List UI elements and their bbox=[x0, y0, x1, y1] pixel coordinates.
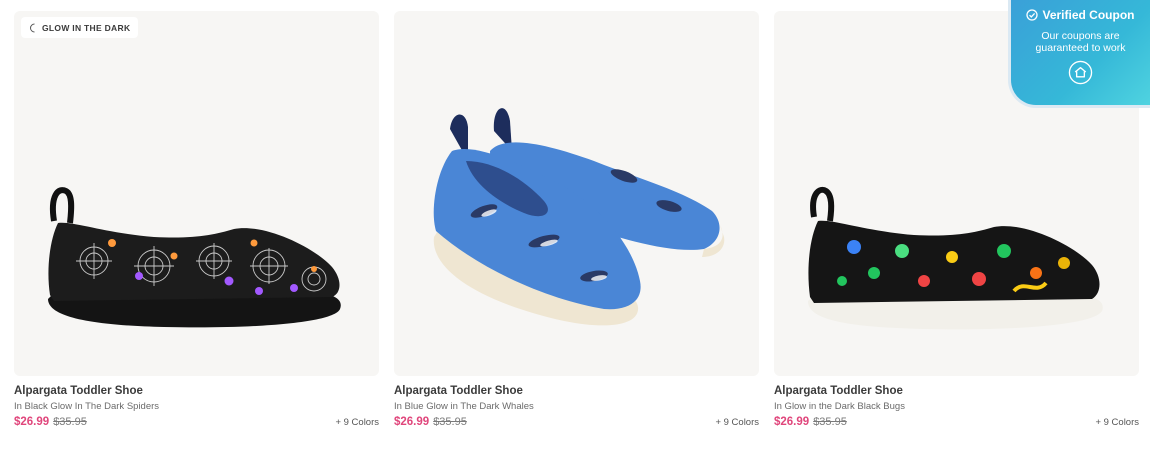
original-price: $35.95 bbox=[53, 416, 87, 428]
sale-price: $26.99 bbox=[14, 416, 50, 428]
product-grid: GLOW IN THE DARK Alpargata Toddler Shoe … bbox=[14, 11, 1139, 428]
verified-coupon-popup[interactable]: Verified Coupon Our coupons are guarante… bbox=[1008, 0, 1150, 108]
coupon-subtitle: Our coupons are guaranteed to work bbox=[1035, 30, 1126, 54]
home-icon[interactable] bbox=[1068, 60, 1093, 85]
price-row: $26.99 $35.95 bbox=[394, 416, 759, 428]
coupon-title-row: Verified Coupon bbox=[1011, 8, 1150, 22]
product-variant: In Black Glow In The Dark Spiders bbox=[14, 401, 160, 412]
product-info: Alpargata Toddler Shoe In Glow in the Da… bbox=[774, 376, 1139, 428]
product-name[interactable]: Alpargata Toddler Shoe bbox=[394, 384, 759, 399]
moon-icon bbox=[30, 23, 35, 32]
sale-price: $26.99 bbox=[394, 416, 430, 428]
shoe-image-black-spiders bbox=[48, 187, 341, 328]
check-circle-icon bbox=[1026, 9, 1039, 21]
original-price: $35.95 bbox=[433, 416, 467, 428]
product-name[interactable]: Alpargata Toddler Shoe bbox=[14, 384, 379, 399]
product-card[interactable]: Alpargata Toddler Shoe In Blue Glow in T… bbox=[394, 11, 759, 428]
price-row: $26.99 $35.95 bbox=[774, 416, 1139, 428]
product-variant: In Glow in the Dark Black Bugs bbox=[774, 401, 905, 412]
color-count-link[interactable]: + 9 Colors bbox=[1095, 417, 1139, 428]
shoe-image-blue-whales bbox=[433, 108, 725, 326]
color-count-link[interactable]: + 9 Colors bbox=[715, 417, 759, 428]
product-info: Alpargata Toddler Shoe In Black Glow In … bbox=[14, 376, 379, 428]
badge-label: GLOW IN THE DARK bbox=[42, 22, 131, 33]
product-card[interactable]: GLOW IN THE DARK Alpargata Toddler Shoe … bbox=[14, 11, 379, 428]
original-price: $35.95 bbox=[813, 416, 847, 428]
color-count-link[interactable]: + 9 Colors bbox=[335, 417, 379, 428]
product-image[interactable]: GLOW IN THE DARK bbox=[14, 11, 379, 376]
product-variant: In Blue Glow in The Dark Whales bbox=[394, 401, 534, 412]
price-row: $26.99 $35.95 bbox=[14, 416, 379, 428]
coupon-title: Verified Coupon bbox=[1042, 8, 1135, 22]
product-name[interactable]: Alpargata Toddler Shoe bbox=[774, 384, 1139, 399]
product-image[interactable] bbox=[394, 11, 759, 376]
product-info: Alpargata Toddler Shoe In Blue Glow in T… bbox=[394, 376, 759, 428]
glow-badge: GLOW IN THE DARK bbox=[21, 17, 139, 38]
sale-price: $26.99 bbox=[774, 416, 810, 428]
